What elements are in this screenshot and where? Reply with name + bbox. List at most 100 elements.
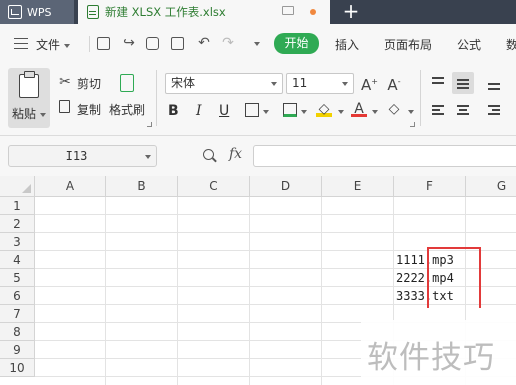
divider bbox=[420, 70, 421, 126]
undo-icon[interactable]: ↶ bbox=[196, 35, 212, 51]
gridline bbox=[249, 197, 250, 385]
print-icon[interactable] bbox=[146, 37, 159, 50]
column-header-f[interactable]: F bbox=[394, 176, 466, 197]
quick-access-more-icon[interactable] bbox=[254, 42, 260, 46]
wps-logo-icon bbox=[8, 5, 22, 19]
clear-format-icon[interactable]: ◇ bbox=[386, 101, 402, 117]
italic-button[interactable]: I bbox=[196, 101, 202, 121]
cut-button[interactable]: 剪切 bbox=[77, 75, 101, 92]
column-header-a[interactable]: A bbox=[35, 176, 106, 197]
divider bbox=[89, 36, 90, 52]
menu-tab-formulas[interactable]: 公式 bbox=[457, 36, 481, 53]
ribbon-home: 粘贴 ✂ 剪切 复制 格式刷 宋体 11 A+ A- B I U ◇ A ◇ bbox=[0, 64, 516, 136]
fx-icon[interactable]: fx bbox=[229, 146, 242, 162]
row-header-8[interactable]: 8 bbox=[0, 323, 35, 341]
tab-wps-home[interactable]: WPS bbox=[0, 0, 74, 24]
file-menu[interactable]: 文件 bbox=[36, 36, 71, 53]
chevron-down-icon[interactable] bbox=[263, 110, 269, 114]
chevron-down-icon bbox=[145, 155, 151, 159]
copy-icon[interactable] bbox=[59, 100, 70, 113]
font-size-select[interactable]: 11 bbox=[286, 73, 354, 94]
divider bbox=[156, 70, 157, 126]
row-header-2[interactable]: 2 bbox=[0, 215, 35, 233]
underline-button[interactable]: U bbox=[219, 101, 229, 121]
select-all-corner[interactable] bbox=[0, 176, 35, 197]
chevron-down-icon[interactable] bbox=[338, 110, 344, 114]
column-header-b[interactable]: B bbox=[106, 176, 178, 197]
column-header-g[interactable]: G bbox=[466, 176, 516, 197]
highlight-annotation-box bbox=[427, 247, 481, 308]
align-bottom-button[interactable] bbox=[483, 72, 505, 94]
font-name-select[interactable]: 宋体 bbox=[165, 73, 283, 94]
align-middle-button[interactable] bbox=[452, 72, 474, 94]
align-center-button[interactable] bbox=[452, 100, 474, 122]
tab-wps-label: WPS bbox=[27, 5, 52, 19]
column-header-e[interactable]: E bbox=[322, 176, 394, 197]
watermark: 软件技巧 bbox=[361, 320, 516, 385]
font-color-icon[interactable]: A bbox=[351, 101, 367, 117]
decrease-font-icon[interactable]: A- bbox=[386, 74, 402, 93]
borders-icon[interactable] bbox=[245, 103, 259, 117]
clipboard-icon bbox=[19, 71, 39, 98]
increase-font-icon[interactable]: A+ bbox=[361, 74, 378, 93]
font-name-value: 宋体 bbox=[171, 76, 196, 90]
font-launcher-icon[interactable] bbox=[410, 122, 415, 127]
row-header-4[interactable]: 4 bbox=[0, 251, 35, 269]
chevron-down-icon bbox=[271, 82, 277, 86]
new-tab-button[interactable]: + bbox=[341, 0, 361, 24]
watermark-text: 软件技巧 bbox=[367, 340, 495, 376]
row-header-5[interactable]: 5 bbox=[0, 269, 35, 287]
copy-button[interactable]: 复制 bbox=[77, 101, 101, 118]
column-header-c[interactable]: C bbox=[178, 176, 250, 197]
tab-document[interactable]: 新建 XLSX 工作表.xlsx bbox=[78, 0, 330, 24]
format-painter-button[interactable]: 格式刷 bbox=[109, 101, 145, 118]
merge-cells-icon[interactable] bbox=[283, 103, 297, 117]
tab-document-label: 新建 XLSX 工作表.xlsx bbox=[105, 5, 226, 19]
gridline bbox=[35, 214, 516, 215]
chevron-down-icon bbox=[40, 112, 47, 117]
file-menu-label: 文件 bbox=[36, 38, 61, 52]
redo-icon[interactable]: ↷ bbox=[220, 35, 236, 51]
monitor-icon[interactable] bbox=[282, 6, 294, 15]
row-header-10[interactable]: 10 bbox=[0, 359, 35, 377]
chevron-down-icon[interactable] bbox=[372, 110, 378, 114]
format-painter-icon[interactable] bbox=[120, 74, 134, 92]
zoom-icon[interactable] bbox=[203, 149, 214, 160]
save-icon[interactable] bbox=[97, 37, 110, 50]
formula-input[interactable] bbox=[253, 145, 516, 167]
clipboard-launcher-icon[interactable] bbox=[147, 122, 152, 127]
menu-tab-insert[interactable]: 插入 bbox=[335, 36, 359, 53]
align-left-button[interactable] bbox=[427, 100, 449, 122]
chevron-down-icon[interactable] bbox=[408, 110, 414, 114]
menu-tab-data[interactable]: 数 bbox=[506, 36, 516, 53]
font-size-value: 11 bbox=[292, 76, 308, 90]
fill-color-icon[interactable]: ◇ bbox=[316, 101, 332, 117]
export-icon[interactable]: ↪ bbox=[121, 35, 137, 51]
menu-tab-page-layout[interactable]: 页面布局 bbox=[384, 36, 432, 53]
spreadsheet-grid[interactable]: A B C D E F G 1 2 3 4 5 6 7 8 9 10 1111.… bbox=[0, 176, 516, 385]
align-right-button[interactable] bbox=[483, 100, 505, 122]
row-header-9[interactable]: 9 bbox=[0, 341, 35, 359]
paste-button-label: 粘贴 bbox=[12, 105, 47, 122]
column-header-d[interactable]: D bbox=[250, 176, 322, 197]
menu-hamburger-icon[interactable] bbox=[14, 38, 28, 49]
align-top-button[interactable] bbox=[427, 72, 449, 94]
paste-button[interactable]: 粘贴 bbox=[8, 68, 50, 128]
row-header-1[interactable]: 1 bbox=[0, 197, 35, 215]
row-header-6[interactable]: 6 bbox=[0, 287, 35, 305]
bold-button[interactable]: B bbox=[168, 101, 179, 121]
chevron-down-icon bbox=[342, 82, 348, 86]
unsaved-dot-icon[interactable] bbox=[310, 9, 316, 15]
menu-bar: 文件 ↪ ↶ ↷ 开始 插入 页面布局 公式 数 bbox=[0, 24, 516, 64]
chevron-down-icon[interactable] bbox=[301, 110, 307, 114]
name-box[interactable]: I13 bbox=[8, 145, 157, 167]
scissors-icon[interactable]: ✂ bbox=[57, 74, 73, 90]
name-box-value: I13 bbox=[65, 149, 88, 163]
chevron-down-icon bbox=[64, 43, 71, 48]
title-bar: WPS 新建 XLSX 工作表.xlsx + bbox=[0, 0, 516, 24]
menu-tab-home[interactable]: 开始 bbox=[274, 33, 319, 54]
spreadsheet-icon bbox=[87, 5, 99, 19]
row-header-3[interactable]: 3 bbox=[0, 233, 35, 251]
row-header-7[interactable]: 7 bbox=[0, 305, 35, 323]
print-preview-icon[interactable] bbox=[171, 37, 184, 50]
